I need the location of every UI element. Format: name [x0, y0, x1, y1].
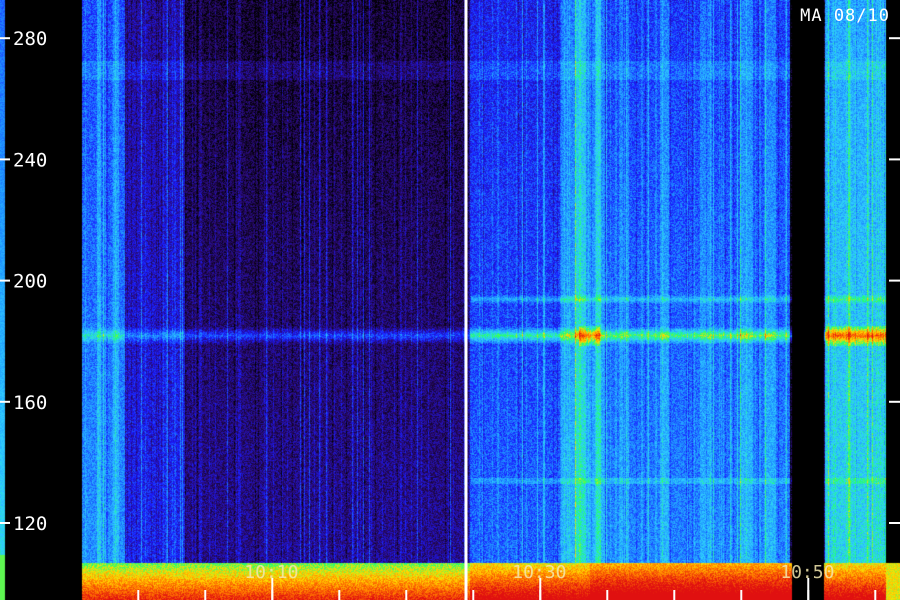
- chart-title: MA 08/10: [800, 6, 890, 26]
- y-tick-label: 280: [13, 28, 47, 50]
- x-tick-label: 10:50: [780, 562, 834, 583]
- y-tick-label: 200: [13, 271, 47, 293]
- x-tick-label: 10:10: [244, 562, 298, 583]
- y-tick-label: 240: [13, 149, 47, 171]
- x-tick-label: 10:30: [512, 562, 566, 583]
- y-tick-label: 160: [13, 392, 47, 414]
- axes-overlay: 120 160 200 240 280 10:10 10:30 10:50: [0, 0, 900, 600]
- y-axis: 120 160 200 240 280: [0, 28, 900, 535]
- y-tick-label: 120: [13, 513, 47, 535]
- x-axis: 10:10 10:30 10:50: [137, 562, 877, 600]
